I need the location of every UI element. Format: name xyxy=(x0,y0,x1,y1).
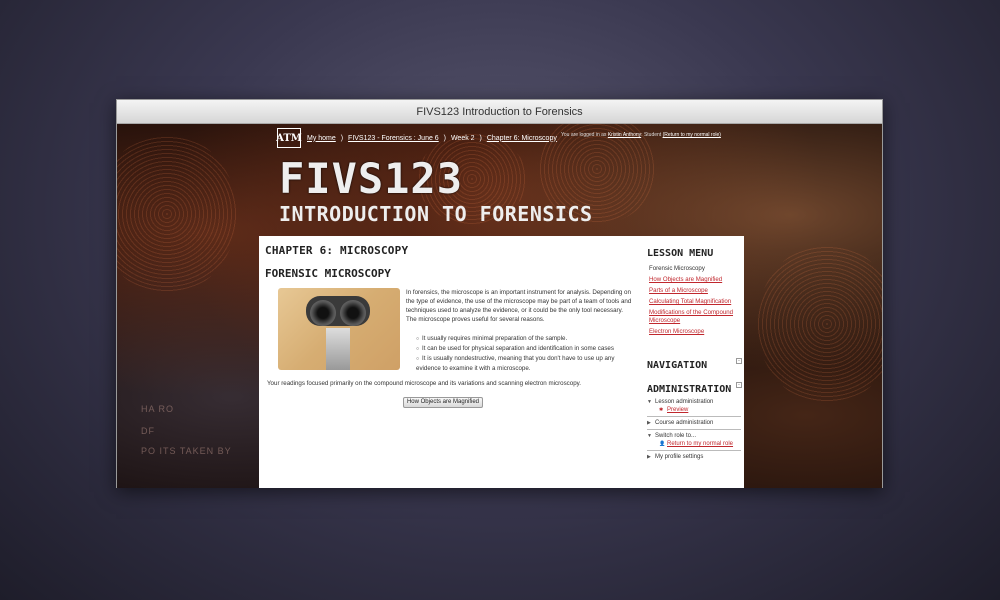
login-info: You are logged in as Kristin Anthony: St… xyxy=(561,132,721,138)
section-title: FORENSIC MICROSCOPY xyxy=(265,267,391,280)
collapse-icon[interactable]: - xyxy=(736,382,742,388)
microscope-photo xyxy=(278,288,400,370)
return-normal-role-link[interactable]: Return to my normal role xyxy=(667,441,733,447)
sidebar: LESSON MENU Forensic Microscopy How Obje… xyxy=(644,236,744,488)
background-text: DF xyxy=(141,426,155,436)
breadcrumb-course[interactable]: FIVS123 - Forensics : June 6 xyxy=(348,135,439,142)
preview-link[interactable]: Preview xyxy=(667,407,688,413)
fingerprint-decoration xyxy=(757,244,882,404)
admin-course: ▶ Course administration xyxy=(647,416,741,429)
lesson-item[interactable]: How Objects are Magnified xyxy=(649,276,722,283)
breadcrumb-home[interactable]: My home xyxy=(307,135,336,142)
lesson-item[interactable]: Calculating Total Magnification xyxy=(649,298,731,305)
breadcrumb-chapter[interactable]: Chapter 6: Microscopy xyxy=(487,135,557,142)
return-role-link[interactable]: (Return to my normal role) xyxy=(663,132,721,138)
microscope-stem xyxy=(326,328,350,370)
collapse-icon[interactable]: - xyxy=(736,358,742,364)
admin-tree: ▼ Lesson administration ✱ Preview ▶ Course … xyxy=(647,396,741,463)
user-icon: 👤 xyxy=(659,441,666,447)
admin-switch-role: ▼ Switch role to... 👤 Return to my normal … xyxy=(647,429,741,450)
list-item: It is usually nondestructive, meaning th… xyxy=(416,354,632,373)
fingerprint-decoration xyxy=(117,134,237,294)
user-link[interactable]: Kristin Anthony xyxy=(608,132,641,138)
administration-title[interactable]: ADMINISTRATION xyxy=(647,384,731,395)
chapter-title: CHAPTER 6: MICROSCOPY xyxy=(265,244,409,257)
university-logo[interactable]: ATM xyxy=(276,128,302,148)
collapsed-icon[interactable]: ▶ xyxy=(647,420,655,426)
lesson-item[interactable]: Parts of a Microscope xyxy=(649,287,708,294)
lesson-menu-title: LESSON MENU xyxy=(647,248,714,259)
lesson-item[interactable]: Modifications of the Compound Microscope xyxy=(649,309,733,324)
list-item: It can be used for physical separation a… xyxy=(416,344,632,354)
lesson-menu: Forensic Microscopy How Objects are Magn… xyxy=(649,265,741,339)
background-text: PO ITS TAKEN BY xyxy=(141,446,232,456)
eyepiece-left xyxy=(310,300,336,326)
breadcrumb-separator: ) xyxy=(340,134,344,142)
expanded-icon[interactable]: ▼ xyxy=(647,433,655,439)
nav-bar: ATM My home ) FIVS123 - Forensics : June… xyxy=(276,128,737,148)
background-text: HA RO xyxy=(141,404,175,414)
expanded-icon[interactable]: ▼ xyxy=(647,399,655,405)
list-item: It usually requires minimal preparation … xyxy=(416,334,632,344)
browser-window: FIVS123 Introduction to Forensics HA RO … xyxy=(116,99,883,488)
lesson-item-current: Forensic Microscopy xyxy=(649,265,705,272)
breadcrumb-separator: ) xyxy=(443,134,446,142)
breadcrumb-separator: ) xyxy=(479,134,482,142)
page-viewport: HA RO DF PO ITS TAKEN BY ATM My home ) F… xyxy=(117,124,882,488)
course-code-banner: FIVS123 xyxy=(279,154,464,203)
collapsed-icon[interactable]: ▶ xyxy=(647,454,655,460)
course-name-banner: INTRODUCTION TO FORENSICS xyxy=(279,202,593,226)
intro-paragraph: In forensics, the microscope is an impor… xyxy=(406,289,632,323)
navigation-title[interactable]: NAVIGATION xyxy=(647,360,707,371)
breadcrumb: My home ) FIVS123 - Forensics : June 6 )… xyxy=(307,135,557,142)
preview-icon: ✱ xyxy=(659,407,664,413)
lesson-item[interactable]: Electron Microscope xyxy=(649,328,704,335)
window-title: FIVS123 Introduction to Forensics xyxy=(117,100,882,124)
breadcrumb-week: Week 2 xyxy=(450,134,475,142)
next-page-button[interactable]: How Objects are Magnified xyxy=(403,397,483,408)
reasons-list: It usually requires minimal preparation … xyxy=(416,334,632,373)
summary-paragraph: Your readings focused primarily on the c… xyxy=(267,380,582,387)
admin-profile: ▶ My profile settings xyxy=(647,450,741,463)
admin-lesson: ▼ Lesson administration ✱ Preview xyxy=(647,399,714,413)
eyepiece-right xyxy=(340,300,366,326)
